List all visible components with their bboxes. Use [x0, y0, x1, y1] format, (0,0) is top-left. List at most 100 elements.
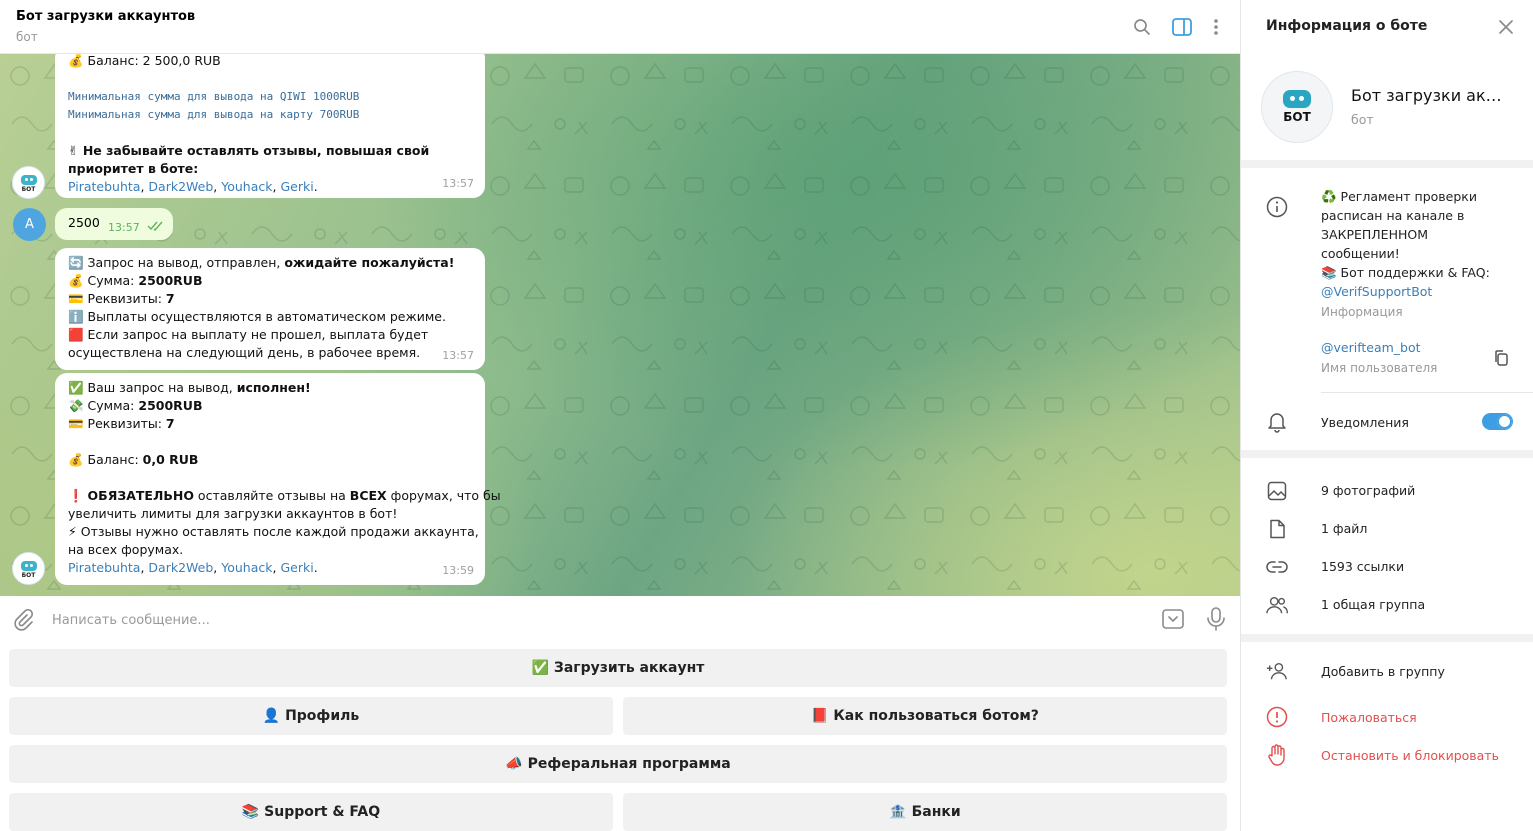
message-line: 💰 Баланс: 2 500,0 RUB [68, 54, 221, 68]
forum-link[interactable]: Dark2Web [148, 179, 213, 194]
bot-avatar[interactable]: БОТ [12, 552, 45, 585]
robot-icon [1283, 90, 1311, 108]
referral-program-button[interactable]: 📣 Реферальная программа [9, 745, 1227, 783]
forum-link[interactable]: Gerki [280, 179, 313, 194]
forum-link[interactable]: Gerki [280, 560, 313, 575]
support-bot-link[interactable]: @VerifSupportBot [1321, 282, 1490, 301]
report-button[interactable]: Пожаловаться [1321, 708, 1417, 727]
outgoing-message[interactable]: 2500 13:57 [55, 208, 173, 240]
bell-icon [1266, 411, 1288, 433]
robot-icon [20, 174, 37, 185]
chat-area: Бот загрузки аккаунтов бот 💰 Баланс: 2 5… [0, 0, 1240, 831]
forum-link[interactable]: Youhack [221, 179, 272, 194]
report-icon [1266, 706, 1288, 728]
message-composer [0, 596, 1240, 644]
message-line: Минимальная сумма для вывода на QIWI 100… [68, 90, 360, 103]
message-line: 💰 Баланс: 0,0 RUB [68, 452, 199, 467]
banks-button[interactable]: 🏦 Банки [623, 793, 1227, 831]
how-to-use-button[interactable]: 📕 Как пользоваться ботом? [623, 697, 1227, 735]
close-icon[interactable] [1497, 18, 1515, 36]
notifications-label: Уведомления [1321, 415, 1409, 430]
message-line: 💸 Сумма: 2500RUB [68, 398, 203, 413]
bot-info-panel: Информация о боте БОТ Бот загрузки аккау… [1240, 0, 1533, 831]
message-line: Минимальная сумма для вывода на карту 70… [68, 108, 360, 121]
panel-title: Информация о боте [1266, 18, 1428, 34]
section-divider [1241, 160, 1533, 168]
bot-keyboard-icon[interactable] [1162, 608, 1184, 630]
username-label: Имя пользователя [1321, 361, 1438, 375]
files-count[interactable]: 1 файл [1321, 519, 1367, 538]
message-line: на всех форумах. [68, 542, 184, 557]
group-icon [1266, 594, 1288, 616]
chat-subtitle: бот [16, 30, 38, 44]
message-line: ℹ️ Выплаты осуществляются в автоматическ… [68, 309, 446, 324]
read-checkmark-icon [147, 221, 163, 231]
stop-hand-icon [1266, 744, 1288, 766]
profile-name: Бот загрузки аккаунтов [1351, 86, 1511, 105]
links-count[interactable]: 1593 ссылки [1321, 557, 1404, 576]
profile-button[interactable]: 👤 Профиль [9, 697, 613, 735]
add-user-icon [1266, 660, 1288, 682]
forum-link[interactable]: Youhack [221, 560, 272, 575]
forum-links: Piratebuhta, Dark2Web, Youhack, Gerki. [68, 179, 318, 194]
upload-account-button[interactable]: ✅ Загрузить аккаунт [9, 649, 1227, 687]
message-line: ✅ Ваш запрос на вывод, исполнен! [68, 380, 311, 395]
block-button[interactable]: Остановить и блокировать [1321, 746, 1499, 765]
message-time: 13:59 [442, 564, 474, 577]
incoming-message[interactable]: 💰 Баланс: 2 500,0 RUB Минимальная сумма … [55, 54, 485, 198]
photos-count[interactable]: 9 фотографий [1321, 481, 1415, 500]
message-time: 13:57 [442, 349, 474, 362]
message-line: ✌ Не забывайте оставлять отзывы, повышая… [68, 143, 430, 158]
forum-links: Piratebuhta, Dark2Web, Youhack, Gerki. [68, 560, 318, 575]
message-line: 🟥 Если запрос на выплату не прошел, выпл… [68, 327, 429, 342]
bot-avatar[interactable]: БОТ [12, 166, 45, 199]
robot-icon [20, 560, 37, 571]
bot-description: ♻️ Регламент проверки расписан на канале… [1321, 189, 1490, 301]
username-link[interactable]: @verifteam_bot [1321, 338, 1421, 357]
incoming-message[interactable]: ✅ Ваш запрос на вывод, исполнен! 💸 Сумма… [55, 373, 501, 585]
forum-link[interactable]: Dark2Web [148, 560, 213, 575]
link-icon [1266, 556, 1288, 578]
profile-avatar[interactable]: БОТ [1261, 71, 1333, 143]
bot-keyboard: ✅ Загрузить аккаунт 👤 Профиль 📕 Как поль… [0, 644, 1240, 831]
chat-title: Бот загрузки аккаунтов [16, 9, 196, 24]
more-menu-icon[interactable] [1204, 15, 1228, 39]
section-divider [1241, 634, 1533, 642]
notifications-toggle[interactable] [1482, 413, 1513, 430]
avatar-text: БОТ [21, 185, 36, 193]
sidebar-toggle-icon[interactable] [1170, 15, 1194, 39]
message-line: ❗ ОБЯЗАТЕЛЬНО оставляйте отзывы на ВСЕХ … [68, 488, 501, 503]
info-label: Информация [1321, 305, 1403, 319]
add-to-group-button[interactable]: Добавить в группу [1321, 662, 1445, 681]
divider [1321, 392, 1533, 393]
message-text: 2500 [68, 215, 100, 230]
avatar-text: БОТ [21, 571, 36, 579]
common-groups-count[interactable]: 1 общая группа [1321, 595, 1425, 614]
message-line: осуществлена на следующий день, в рабоче… [68, 345, 421, 360]
section-divider [1241, 450, 1533, 458]
profile-subtitle: бот [1351, 112, 1374, 127]
message-time: 13:57 [442, 177, 474, 190]
info-icon [1266, 196, 1288, 218]
forum-link[interactable]: Piratebuhta [68, 560, 140, 575]
search-icon[interactable] [1130, 15, 1154, 39]
message-time: 13:57 [108, 221, 140, 234]
message-line: 💳 Реквизиты: 7 [68, 291, 175, 306]
copy-icon[interactable] [1493, 349, 1509, 367]
forum-link[interactable]: Piratebuhta [68, 179, 140, 194]
file-icon [1266, 518, 1288, 540]
message-input[interactable] [52, 606, 1132, 634]
user-avatar[interactable]: A [13, 208, 46, 241]
photo-icon [1266, 480, 1288, 502]
message-line: 💳 Реквизиты: 7 [68, 416, 175, 431]
message-list[interactable]: 💰 Баланс: 2 500,0 RUB Минимальная сумма … [0, 54, 1240, 596]
message-line: 🔄 Запрос на вывод, отправлен, ожидайте п… [68, 255, 455, 270]
microphone-icon[interactable] [1206, 607, 1226, 631]
message-line: приоритет в боте: [68, 161, 199, 176]
avatar-text: БОТ [1283, 110, 1311, 124]
chat-header[interactable]: Бот загрузки аккаунтов бот [0, 0, 1240, 54]
support-faq-button[interactable]: 📚 Support & FAQ [9, 793, 613, 831]
incoming-message[interactable]: 🔄 Запрос на вывод, отправлен, ожидайте п… [55, 248, 485, 370]
attach-icon[interactable] [12, 609, 34, 631]
message-line: ⚡ Отзывы нужно оставлять после каждой пр… [68, 524, 479, 539]
